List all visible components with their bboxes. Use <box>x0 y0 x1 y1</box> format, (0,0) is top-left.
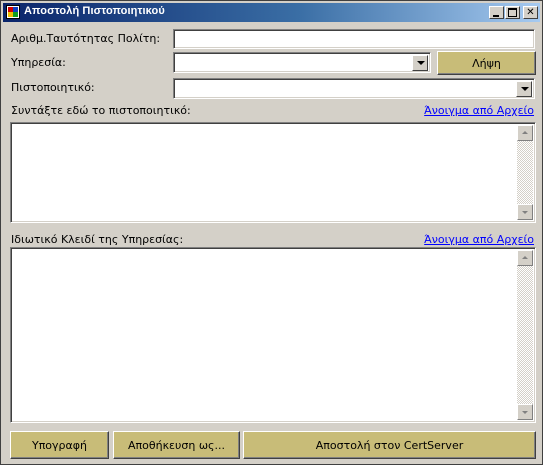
private-key-textarea[interactable] <box>10 247 536 423</box>
close-button[interactable]: ✕ <box>523 6 538 19</box>
send-certificate-window: Αποστολή Πιστοποιητικού ✕ Αριθμ.Ταυτότητ… <box>0 0 543 465</box>
compose-label: Συντάξτε εδώ το πιστοποιητικό: <box>11 104 191 117</box>
scroll-down-icon[interactable] <box>517 204 533 220</box>
title-bar[interactable]: Αποστολή Πιστοποιητικού ✕ <box>3 3 540 22</box>
citizen-id-label: Αριθμ.Ταυτότητας Πολίτη: <box>11 32 161 45</box>
compose-certificate-textarea[interactable] <box>10 122 536 223</box>
minimize-button[interactable] <box>489 6 504 19</box>
sign-button[interactable]: Υπογραφή <box>10 431 109 459</box>
app-icon <box>6 5 20 19</box>
citizen-id-input[interactable] <box>173 29 535 49</box>
scroll-up-icon[interactable] <box>517 125 533 141</box>
certificate-label: Πιστοποιητικό: <box>11 81 95 94</box>
scroll-down-icon[interactable] <box>517 404 533 420</box>
maximize-button[interactable] <box>505 6 520 19</box>
window-title: Αποστολή Πιστοποιητικού <box>24 5 165 17</box>
chevron-down-icon[interactable] <box>516 81 532 97</box>
save-as-button[interactable]: Αποθήκευση ως... <box>113 431 240 459</box>
compose-scrollbar[interactable] <box>517 125 533 220</box>
private-key-label: Ιδιωτικό Κλειδί της Υπηρεσίας: <box>11 233 184 246</box>
compose-open-from-file-link[interactable]: Άνοιγμα από Αρχείο <box>424 104 534 117</box>
certificate-dropdown[interactable] <box>173 78 535 99</box>
chevron-down-icon[interactable] <box>412 55 428 71</box>
private-key-open-from-file-link[interactable]: Άνοιγμα από Αρχείο <box>424 233 534 246</box>
fetch-button[interactable]: Λήψη <box>437 51 536 75</box>
scroll-up-icon[interactable] <box>517 250 533 266</box>
private-key-scrollbar[interactable] <box>517 250 533 420</box>
service-label: Υπηρεσία: <box>11 56 66 69</box>
service-dropdown[interactable] <box>173 52 431 73</box>
send-to-certserver-button[interactable]: Αποστολή στον CertServer <box>243 431 536 459</box>
